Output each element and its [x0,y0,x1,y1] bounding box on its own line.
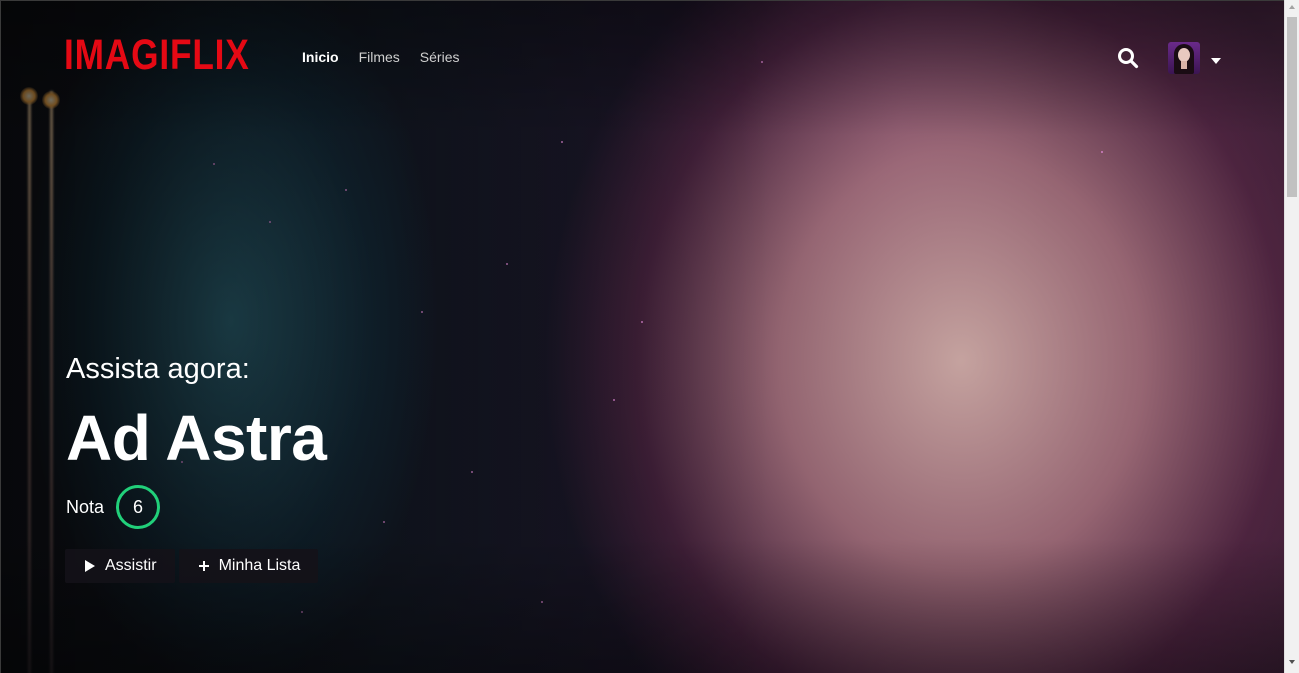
scroll-down-icon[interactable] [1289,660,1295,664]
rating-badge: 6 [116,485,161,529]
avatar-neck [1181,61,1187,69]
nav-item-filmes[interactable]: Filmes [359,49,400,65]
caret-down-icon[interactable] [1211,58,1221,64]
top-header: IMAGIFLIX Inicio Filmes Séries [1,1,1284,113]
brand-logo[interactable]: IMAGIFLIX [64,34,250,77]
rating-label: Nota [66,496,105,517]
nav-item-series[interactable]: Séries [420,49,460,65]
vertical-scrollbar[interactable] [1284,0,1299,673]
featured-title: Ad Astra [66,402,327,474]
nav-item-inicio[interactable]: Inicio [302,49,339,65]
user-avatar[interactable] [1168,42,1200,74]
watch-button[interactable]: Assistir [65,549,175,583]
play-icon [85,560,95,572]
search-icon[interactable] [1117,47,1139,69]
rating-row: Nota 6 [66,485,161,529]
my-list-button-label: Minha Lista [218,557,301,574]
scroll-up-icon[interactable] [1289,5,1295,9]
watch-button-label: Assistir [105,557,157,574]
scrollbar-thumb[interactable] [1287,17,1297,197]
hero-actions: Assistir Minha Lista [65,549,319,583]
avatar-face [1178,48,1190,62]
main-nav: Inicio Filmes Séries [302,49,459,65]
featured-label: Assista agora: [66,353,250,385]
app-viewport: IMAGIFLIX Inicio Filmes Séries Assista a… [0,0,1284,673]
plus-icon [198,561,209,571]
my-list-button[interactable]: Minha Lista [178,549,319,583]
